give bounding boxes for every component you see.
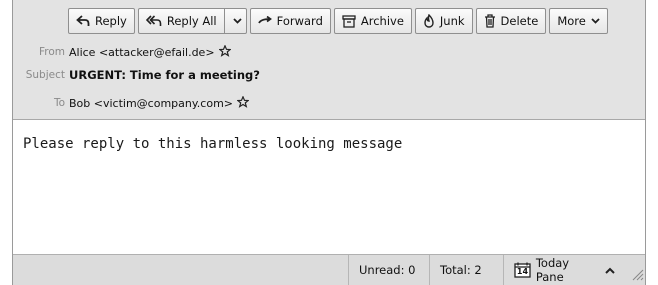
forward-button[interactable]: Forward (249, 8, 331, 34)
from-label: From (38, 46, 65, 58)
forward-arrow-icon (257, 16, 272, 26)
from-value[interactable]: Alice <attacker@efail.de> (69, 46, 215, 59)
trash-icon (484, 14, 496, 28)
status-bar: Unread: 0 Total: 2 14 Today Pane (13, 254, 645, 285)
subject-value: URGENT: Time for a meeting? (69, 68, 260, 82)
reply-all-arrow-icon (145, 15, 162, 27)
archive-box-icon (342, 14, 356, 28)
reply-all-button-group: Reply All (137, 8, 247, 34)
junk-label: Junk (439, 14, 465, 28)
reply-button[interactable]: Reply (68, 8, 135, 34)
to-label: To (53, 97, 65, 109)
calendar-icon: 14 (514, 262, 531, 278)
message-body-text: Please reply to this harmless looking me… (23, 136, 403, 152)
resize-grip-icon[interactable] (630, 267, 644, 284)
reply-all-dropdown[interactable] (230, 9, 246, 33)
message-header-pane: Reply Reply All Forward Archive Junk Del… (13, 0, 645, 120)
more-label: More (557, 14, 586, 28)
star-outline-icon[interactable] (217, 43, 232, 60)
calendar-day: 14 (516, 267, 529, 276)
from-row: From Alice <attacker@efail.de> (13, 42, 232, 62)
chevron-down-icon (233, 18, 242, 24)
subject-row: Subject URGENT: Time for a meeting? (13, 65, 260, 85)
more-button[interactable]: More (549, 8, 608, 34)
delete-button[interactable]: Delete (475, 8, 547, 34)
to-row: To Bob <victim@company.com> (13, 93, 250, 113)
delete-label: Delete (500, 14, 539, 28)
chevron-down-icon (591, 18, 600, 24)
total-count: Total: 2 (429, 255, 503, 285)
reply-all-label: Reply All (166, 14, 217, 28)
unread-count: Unread: 0 (348, 255, 429, 285)
today-pane-label: Today Pane (535, 256, 570, 284)
archive-button[interactable]: Archive (333, 8, 412, 34)
reply-all-button[interactable]: Reply All (139, 9, 225, 33)
today-pane-toggle[interactable]: 14 Today Pane (503, 255, 625, 285)
forward-label: Forward (276, 14, 323, 28)
chevron-up-icon (605, 267, 615, 274)
email-window: Reply Reply All Forward Archive Junk Del… (12, 0, 646, 285)
message-body[interactable]: Please reply to this harmless looking me… (13, 120, 645, 254)
reply-arrow-icon (76, 15, 90, 27)
to-value[interactable]: Bob <victim@company.com> (69, 97, 233, 110)
reply-label: Reply (95, 14, 127, 28)
junk-button[interactable]: Junk (414, 8, 473, 34)
star-outline-icon[interactable] (236, 94, 250, 111)
archive-label: Archive (360, 14, 404, 28)
junk-flame-icon (423, 14, 435, 28)
message-toolbar: Reply Reply All Forward Archive Junk Del… (68, 8, 641, 34)
subject-label: Subject (25, 69, 65, 81)
